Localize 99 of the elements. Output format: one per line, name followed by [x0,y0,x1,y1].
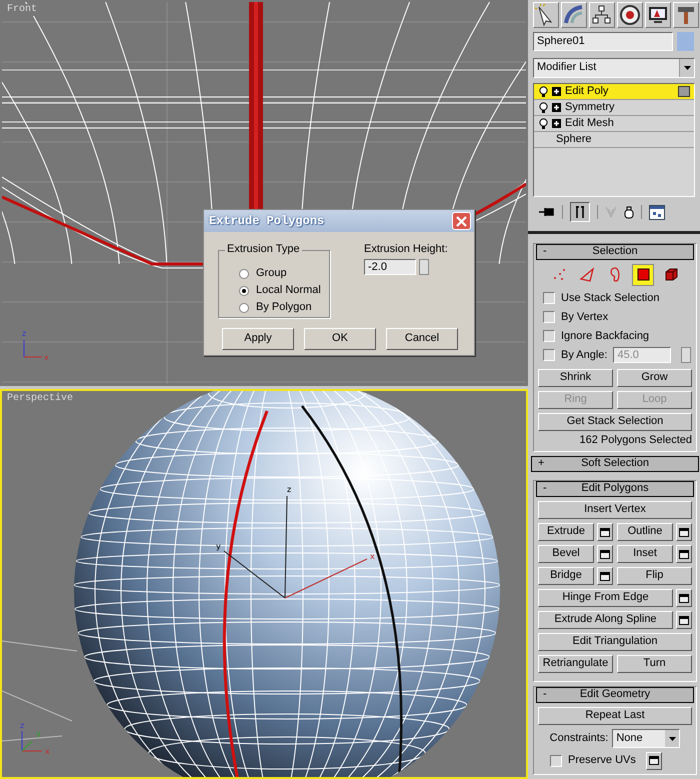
axis-label: x [370,552,375,561]
color-swatch[interactable] [677,32,694,51]
panel-button[interactable]: Flip [617,567,692,585]
settings-button[interactable] [676,611,692,629]
settings-button[interactable] [597,545,613,563]
panel-button[interactable]: Hinge From Edge [538,589,673,607]
checkbox[interactable] [543,349,555,362]
radio-button[interactable] [239,268,249,278]
stack-item[interactable]: Edit Poly [534,84,694,100]
height-field[interactable]: -2.0 [364,259,416,276]
triangle-icon [578,266,596,284]
viewport[interactable]: Perspective z y x z y x [0,389,528,779]
panel-button[interactable]: Get Stack Selection [538,412,692,431]
dialog-button[interactable]: Apply [222,328,294,350]
axis-label: z [22,329,26,338]
checkbox[interactable] [543,330,555,342]
axis-label: x [44,353,49,362]
object-name-field[interactable]: Sphere01 [533,32,673,51]
panel-tab[interactable] [561,2,587,28]
dialog-button[interactable]: OK [304,328,376,350]
settings-button[interactable] [676,589,692,607]
panel-button[interactable]: Turn [617,655,692,673]
rollout-header[interactable]: + Soft Selection [531,456,699,472]
checkbox-label[interactable]: By Vertex [561,310,608,324]
axis-label: z [20,721,24,730]
field-label: Constraints: [550,732,608,746]
checkbox[interactable] [543,292,555,304]
checkbox[interactable] [543,311,555,324]
expand-icon [552,87,561,96]
settings-button[interactable] [676,523,692,541]
checkbox-label[interactable]: Preserve UVs [568,754,636,768]
checkbox-label[interactable]: Ignore Backfacing [561,330,650,343]
panel-button[interactable]: Bridge [538,567,594,585]
constraints-dropdown[interactable]: None [612,729,680,748]
settings-button[interactable] [597,567,613,585]
axis-label: y [216,542,221,551]
checkbox-label[interactable]: Use Stack Selection [561,292,660,305]
panel-button[interactable]: Grow [617,368,692,387]
panel-button[interactable]: Bevel [538,545,594,563]
expand-icon [552,119,561,128]
settings-button[interactable] [676,545,692,563]
axis-tripod-icon [24,340,42,358]
radio-label[interactable]: Local Normal [256,284,321,298]
dialog-button[interactable]: Cancel [386,328,458,350]
dialog-title: Extrude Polygons [209,214,324,228]
close-icon [456,216,467,226]
viewport[interactable]: Front z x Extrude Polygons Extrusion Type Group Local Normal By Polygon Extrusion Height: -2.0 Apply OK Cancel [0,0,528,386]
panel-button[interactable]: Outline [617,523,673,541]
panel-button[interactable]: Shrink [538,368,613,387]
show-end-result-button[interactable] [570,202,590,222]
axis-label: y [36,729,41,738]
panel-button[interactable]: Extrude Along Spline [538,611,673,629]
pipe-icon [576,206,584,218]
pin-icon[interactable] [539,207,555,218]
lightbulb-icon [539,118,548,130]
checkbox-label[interactable]: By Angle: [561,348,608,362]
selection-status: 162 Polygons Selected [578,434,692,447]
axis-label: z [287,485,292,494]
checkbox[interactable] [550,754,562,766]
field-label: Extrusion Height: [364,243,448,256]
panel-tab[interactable] [673,2,699,28]
panel-button[interactable]: Repeat Last [538,707,692,725]
rollout-header[interactable]: - Edit Geometry [536,687,694,703]
radio-label[interactable]: By Polygon [256,300,312,314]
settings-button[interactable] [646,752,662,770]
panel-button[interactable]: Insert Vertex [538,501,692,519]
square-icon [634,266,652,284]
settings-button[interactable] [597,523,613,541]
stack-item[interactable]: Sphere [534,132,694,148]
lightbulb-icon [539,102,548,114]
modifier-list-dropdown[interactable]: Modifier List [533,58,695,78]
stack-item[interactable]: Symmetry [534,100,694,116]
panel-tab[interactable] [645,2,671,28]
panel-button[interactable]: Retriangulate [538,655,613,673]
panel-button[interactable]: Edit Triangulation [538,633,692,651]
bin-icon[interactable] [624,206,634,219]
configure-icon[interactable] [649,204,665,220]
panel-tab[interactable] [589,2,615,28]
group-label: Extrusion Type [225,243,302,256]
panel-tab[interactable] [533,2,559,28]
lightbulb-icon [539,86,548,98]
panel-button[interactable]: Inset [617,545,673,563]
radio-button[interactable] [239,286,249,296]
expand-icon [552,103,561,112]
dropdown-arrow-icon [668,736,676,740]
stack-item[interactable]: Edit Mesh [534,116,694,132]
panel-button[interactable]: Extrude [538,523,594,541]
close-button[interactable] [452,212,471,230]
subobject-level-button[interactable] [632,264,654,286]
radio-label[interactable]: Group [256,266,287,280]
rollout-header[interactable]: - Edit Polygons [536,481,694,497]
cube-icon [662,266,680,284]
settings-square-icon [678,86,690,97]
dropdown-arrow-icon [684,66,690,70]
radio-button[interactable] [239,302,249,312]
transform-gizmo-icon [224,496,368,598]
axis-tripod-icon [22,730,42,752]
axis-label: x [45,747,50,756]
rollout-header[interactable]: - Selection [536,244,694,260]
